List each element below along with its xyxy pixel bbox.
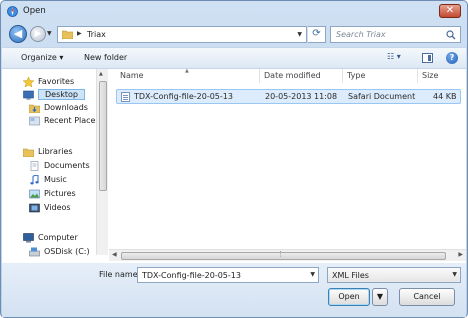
downloads-icon	[29, 104, 40, 113]
chevron-down-icon[interactable]: ▼	[310, 271, 315, 278]
file-date-cell: 20-05-2013 11:08	[265, 92, 338, 101]
sidebar-item-label: Videos	[44, 203, 71, 212]
sidebar-item-label: Documents	[44, 161, 90, 170]
preview-pane-icon[interactable]	[422, 53, 433, 63]
file-list: Name ▲ Date modified Type Size TDX-Confi…	[109, 68, 466, 255]
navigation-pane: Favorites Desktop Downloads Recent Place…	[2, 69, 100, 257]
file-name-input[interactable]: TDX-Config-file-20-05-13 ▼	[137, 267, 319, 283]
sidebar-item-label: OSDisk (C:)	[44, 247, 90, 256]
sidebar-item-label: Music	[44, 175, 67, 184]
search-input[interactable]: Search Triax	[330, 26, 461, 43]
open-dialog: Open ✕ ◀ ▶ ▼ ▶ Triax ▼ ⟳ Search Triax Or…	[0, 0, 468, 318]
forward-button[interactable]: ▶	[30, 26, 46, 42]
sidebar-item-label: Downloads	[44, 103, 88, 112]
navigation-pane-scrollbar[interactable]: ▲	[96, 69, 108, 255]
music-icon	[30, 175, 39, 185]
file-list-horizontal-scrollbar[interactable]: ◀ ⋮ ▶	[109, 249, 466, 261]
folder-icon	[62, 30, 73, 39]
breadcrumb-separator-icon[interactable]: ▶	[77, 30, 82, 37]
file-list-row[interactable]: TDX-Config-file-20-05-13 20-05-2013 11:0…	[116, 89, 461, 104]
column-header-name[interactable]: Name	[120, 71, 144, 80]
refresh-button[interactable]: ⟳	[308, 26, 326, 43]
scroll-right-icon[interactable]: ▶	[458, 251, 463, 258]
dialog-footer: File name: TDX-Config-file-20-05-13 ▼ XM…	[2, 263, 466, 317]
sidebar-item-label: Desktop	[38, 89, 85, 100]
title-bar: Open ✕	[1, 1, 467, 23]
help-icon[interactable]: ?	[446, 52, 458, 64]
search-icon[interactable]	[446, 30, 456, 40]
address-dropdown-icon[interactable]: ▼	[297, 31, 302, 38]
change-view-button[interactable]: ☷ ▾	[387, 52, 409, 65]
open-options-dropdown[interactable]: ▼	[372, 288, 388, 306]
videos-icon	[29, 203, 40, 213]
sort-ascending-icon: ▲	[185, 68, 189, 74]
organize-menu-button[interactable]: Organize ▾	[21, 53, 63, 62]
scroll-left-icon[interactable]: ◀	[112, 251, 117, 258]
scrollbar-grip-icon: ⋮	[277, 250, 284, 258]
search-placeholder: Search Triax	[336, 30, 386, 39]
scroll-up-icon[interactable]: ▲	[99, 71, 103, 77]
column-header-size[interactable]: Size	[422, 71, 438, 80]
column-divider[interactable]	[417, 69, 418, 83]
safari-document-icon	[121, 92, 130, 102]
documents-icon	[30, 161, 39, 171]
scrollbar-thumb[interactable]	[99, 81, 107, 191]
safari-compass-icon	[7, 6, 18, 17]
nav-header-label: Computer	[38, 233, 78, 242]
back-button[interactable]: ◀	[9, 25, 27, 43]
pictures-icon	[29, 189, 40, 199]
column-divider[interactable]	[259, 69, 260, 83]
close-button[interactable]: ✕	[439, 4, 461, 18]
file-type-cell: Safari Document	[348, 92, 416, 101]
libraries-icon	[23, 148, 34, 157]
file-type-select[interactable]: XML Files ▼	[327, 267, 461, 283]
new-folder-button[interactable]: New folder	[84, 53, 127, 62]
computer-icon	[23, 233, 34, 243]
file-name-value: TDX-Config-file-20-05-13	[142, 271, 241, 280]
breadcrumb-item[interactable]: Triax	[87, 30, 106, 39]
chevron-down-icon[interactable]: ▼	[452, 271, 457, 278]
sidebar-item-label: Pictures	[44, 189, 76, 198]
nav-header-label: Favorites	[38, 77, 75, 86]
column-header-type[interactable]: Type	[347, 71, 365, 80]
file-name-cell: TDX-Config-file-20-05-13	[134, 92, 233, 101]
navigation-bar: ◀ ▶ ▼ ▶ Triax ▼ ⟳ Search Triax	[1, 23, 467, 47]
command-toolbar: Organize ▾ New folder ☷ ▾ ?	[2, 47, 466, 69]
recent-places-icon	[29, 116, 40, 126]
column-divider[interactable]	[342, 69, 343, 83]
address-bar[interactable]: ▶ Triax ▼	[57, 26, 307, 43]
drive-icon	[29, 247, 40, 257]
cancel-button[interactable]: Cancel	[399, 288, 455, 306]
open-button[interactable]: Open	[328, 288, 370, 306]
content-area: Favorites Desktop Downloads Recent Place…	[2, 68, 466, 263]
file-name-label: File name:	[99, 270, 141, 279]
sidebar-item-label: Recent Places	[44, 116, 100, 125]
file-size-cell: 44 KB	[433, 92, 457, 101]
recent-locations-dropdown[interactable]: ▼	[47, 30, 52, 37]
dialog-title: Open	[23, 6, 46, 16]
nav-header-label: Libraries	[38, 147, 73, 156]
desktop-icon	[23, 90, 34, 100]
favorites-star-icon	[23, 77, 34, 87]
column-header-date-modified[interactable]: Date modified	[264, 71, 321, 80]
file-type-value: XML Files	[332, 271, 369, 280]
